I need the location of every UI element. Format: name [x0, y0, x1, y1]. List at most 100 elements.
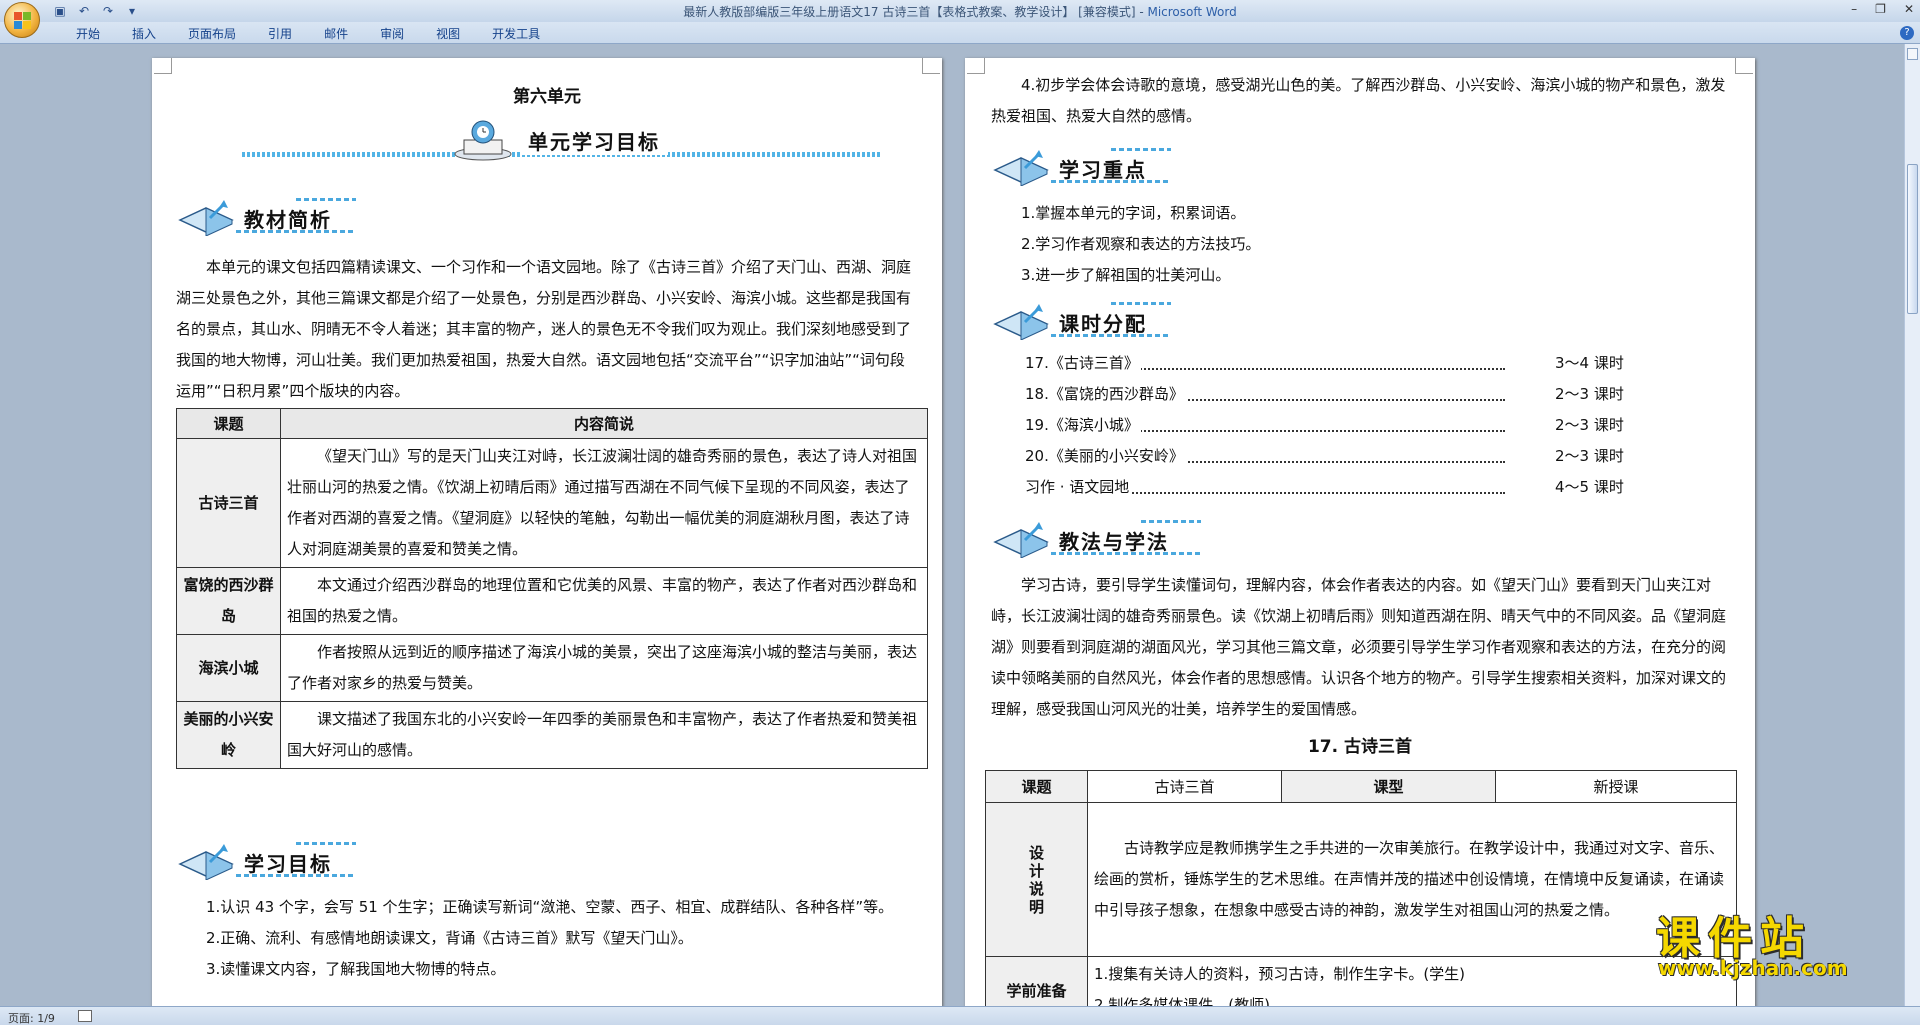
lesson-header-title: 课题	[985, 770, 1088, 803]
unit-goals-banner: 单元学习目标	[242, 120, 882, 164]
office-button[interactable]	[4, 2, 40, 38]
schedule-row: 20.《美丽的小兴安岭》 2～3 课时	[1025, 441, 1625, 472]
page-count[interactable]: 页面: 1/9	[8, 1010, 55, 1025]
schedule-lesson: 17.《古诗三首》	[1025, 348, 1141, 379]
watermark-url: www.kjzhan.com	[1658, 956, 1848, 980]
section-title: 教材简析	[244, 208, 332, 232]
crop-mark	[1735, 58, 1753, 74]
proofing-icon[interactable]	[78, 1010, 92, 1022]
minimize-icon[interactable]: –	[1851, 2, 1857, 16]
book-clock-icon	[454, 120, 512, 161]
method-paragraph: 学习古诗，要引导学生读懂词句，理解内容，体会作者表达的内容。如《望天门山》要看到…	[991, 576, 1727, 718]
status-bar: 页面: 1/9	[0, 1006, 1920, 1025]
design-text: 古诗教学应是教师携学生之手共进的一次审美旅行。在教学设计中，我通过对文字、音乐、…	[1087, 802, 1737, 957]
table-row-content: 《望天门山》写的是天门山夹江对峙，长江波澜壮阔的雄奇秀丽的景色，表达了诗人对祖国…	[280, 438, 928, 568]
lesson-summary-table: 课题 内容简说 古诗三首 《望天门山》写的是天门山夹江对峙，长江波澜壮阔的雄奇秀…	[176, 408, 928, 769]
schedule-row: 习作 · 语文园地 4～5 课时	[1025, 472, 1625, 503]
table-row-content: 本文通过介绍西沙群岛的地理位置和它优美的风景、丰富的物产，表达了作者对西沙群岛和…	[280, 567, 928, 635]
schedule-lesson: 20.《美丽的小兴安岭》	[1025, 441, 1186, 472]
schedule-hours: 2～3 课时	[1555, 441, 1624, 472]
schedule-row: 19.《海滨小城》 2～3 课时	[1025, 410, 1625, 441]
page-2: 4.初步学会体会诗歌的意境，感受湖光山色的美。了解西沙群岛、小兴安岭、海滨小城的…	[965, 58, 1755, 1006]
goals-list: 1.认识 43 个字，会写 51 个生字；正确读写新词“潋滟、空蒙、西子、相宜、…	[176, 892, 918, 985]
section-header-schedule: 课时分配	[991, 294, 1191, 344]
section-header-analysis: 教材简析	[176, 190, 376, 240]
tab-home[interactable]: 开始	[60, 25, 116, 42]
tab-developer[interactable]: 开发工具	[476, 25, 556, 42]
focus-list: 1.掌握本单元的字词，积累词语。 2.学习作者观察和表达的方法技巧。 3.进一步…	[991, 198, 1733, 291]
design-label: 设计说明	[1028, 843, 1044, 916]
open-book-icon	[178, 844, 234, 880]
schedule-row: 18.《富饶的西沙群岛》 2～3 课时	[1025, 379, 1625, 410]
dash-divider	[1111, 302, 1171, 305]
tab-review[interactable]: 审阅	[364, 25, 420, 42]
list-item: 1.认识 43 个字，会写 51 个生字；正确读写新词“潋滟、空蒙、西子、相宜、…	[206, 898, 894, 916]
tab-insert[interactable]: 插入	[116, 25, 172, 42]
close-icon[interactable]: ✕	[1904, 2, 1914, 16]
schedule-row: 17.《古诗三首》 3～4 课时	[1025, 348, 1625, 379]
design-label-cell: 设计说明	[985, 802, 1088, 957]
unit-title: 第六单元	[513, 87, 581, 107]
section-title: 学习目标	[244, 852, 332, 876]
schedule-lesson: 18.《富饶的西沙群岛》	[1025, 379, 1186, 410]
tab-mailings[interactable]: 邮件	[308, 25, 364, 42]
lesson-header-type: 课型	[1281, 770, 1496, 803]
section-header-focus: 学习重点	[991, 140, 1191, 190]
vertical-scrollbar[interactable]	[1904, 44, 1920, 1006]
table-row-title: 美丽的小兴安岭	[176, 701, 281, 769]
tab-references[interactable]: 引用	[252, 25, 308, 42]
section-header-method: 教法与学法	[991, 512, 1231, 562]
table-row: 海滨小城 作者按照从远到近的顺序描述了海滨小城的美景，突出了这座海滨小城的整洁与…	[176, 634, 928, 702]
ruler-toggle-icon[interactable]	[1907, 48, 1918, 60]
window-title: 最新人教版部编版三年级上册语文17 古诗三首【表格式教案、教学设计】 [兼容模式…	[0, 3, 1920, 20]
schedule-lesson: 19.《海滨小城》	[1025, 410, 1141, 441]
table-row: 富饶的西沙群岛 本文通过介绍西沙群岛的地理位置和它优美的风景、丰富的物产，表达了…	[176, 567, 928, 635]
section-title: 教法与学法	[1059, 530, 1169, 554]
table-row-title: 富饶的西沙群岛	[176, 567, 281, 635]
list-item: 1.搜集有关诗人的资料，预习古诗，制作生字卡。(学生)	[1094, 965, 1466, 983]
help-icon[interactable]: ?	[1900, 26, 1914, 40]
table-row-title: 海滨小城	[176, 634, 281, 702]
analysis-paragraph: 本单元的课文包括四篇精读课文、一个习作和一个语文园地。除了《古诗三首》介绍了天门…	[176, 258, 912, 400]
prep-cell: 1.搜集有关诗人的资料，预习古诗，制作生字卡。(学生) 2.制作多媒体课件。(教…	[1087, 956, 1737, 1006]
crop-mark	[922, 58, 940, 74]
list-item: 1.掌握本单元的字词，积累词语。	[1021, 204, 1246, 222]
lesson-title: 17. 古诗三首	[1307, 737, 1413, 757]
open-book-icon	[993, 304, 1049, 340]
dash-divider	[1051, 180, 1171, 183]
table-row-content: 作者按照从远到近的顺序描述了海滨小城的美景，突出了这座海滨小城的整洁与美丽，表达…	[280, 634, 928, 702]
restore-icon[interactable]: ❐	[1875, 2, 1886, 16]
dash-divider	[296, 842, 356, 845]
table-row: 美丽的小兴安岭 课文描述了我国东北的小兴安岭一年四季的美丽景色和丰富物产，表达了…	[176, 701, 928, 769]
list-item: 2.学习作者观察和表达的方法技巧。	[1021, 235, 1261, 253]
dash-divider	[1051, 334, 1171, 337]
dash-divider	[296, 198, 356, 201]
table-header-title: 课题	[176, 408, 281, 439]
dash-divider	[1111, 148, 1171, 151]
dash-divider	[1051, 552, 1201, 555]
schedule-hours: 4～5 课时	[1555, 472, 1624, 503]
open-book-icon	[993, 522, 1049, 558]
page-1: 第六单元 单元学习目标 教材简析 本单元的课文包括四篇精读课文、一个习作和一个语…	[152, 58, 942, 1006]
schedule-hours: 2～3 课时	[1555, 379, 1624, 410]
list-item: 3.进一步了解祖国的壮美河山。	[1021, 266, 1231, 284]
section-header-goals: 学习目标	[176, 834, 376, 884]
schedule-hours: 3～4 课时	[1555, 348, 1624, 379]
tab-view[interactable]: 视图	[420, 25, 476, 42]
prep-label: 学前准备	[985, 956, 1088, 1006]
table-row: 古诗三首 《望天门山》写的是天门山夹江对峙，长江波澜壮阔的雄奇秀丽的景色，表达了…	[176, 438, 928, 568]
lesson-value-title: 古诗三首	[1087, 770, 1282, 803]
lesson-value-type: 新授课	[1495, 770, 1737, 803]
ribbon-tab-bar: 开始 插入 页面布局 引用 邮件 审阅 视图 开发工具 ?	[0, 22, 1920, 44]
scrollbar-thumb[interactable]	[1907, 164, 1918, 314]
office-logo-icon	[14, 12, 32, 30]
open-book-icon	[993, 150, 1049, 186]
list-item: 2.制作多媒体课件。(教师)	[1094, 996, 1271, 1006]
app-name: Microsoft Word	[1147, 5, 1237, 19]
table-row-content: 课文描述了我国东北的小兴安岭一年四季的美丽景色和丰富物产，表达了作者热爱和赞美祖…	[280, 701, 928, 769]
table-header-content: 内容简说	[280, 408, 928, 439]
tab-page-layout[interactable]: 页面布局	[172, 25, 252, 42]
schedule-hours: 2～3 课时	[1555, 410, 1624, 441]
dash-divider	[1141, 520, 1201, 523]
window-controls: – ❐ ✕	[1851, 2, 1914, 16]
